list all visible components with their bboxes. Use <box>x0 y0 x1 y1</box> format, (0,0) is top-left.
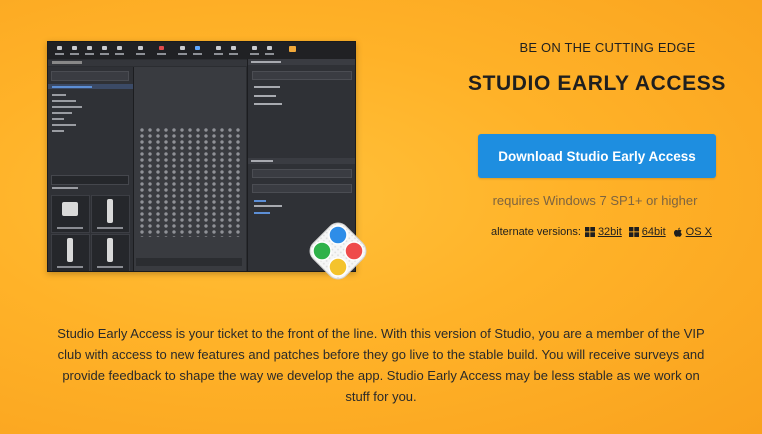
description-text: Studio Early Access is your ticket to th… <box>57 326 705 404</box>
windows-icon <box>628 227 639 237</box>
alternate-versions-label: alternate versions: <box>491 226 581 238</box>
studio-app-icon <box>309 222 367 280</box>
app-toolbar <box>48 42 355 59</box>
blue-dot <box>328 225 348 245</box>
tagline: BE ON THE CUTTING EDGE <box>519 40 696 55</box>
download-64bit-link[interactable]: 64bit <box>642 226 666 238</box>
apple-icon <box>673 227 682 237</box>
alternate-versions: alternate versions: 32bit 64bit OS X <box>470 226 740 238</box>
red-dot <box>344 241 364 261</box>
app-canvas <box>134 67 246 271</box>
yellow-dot <box>328 257 348 277</box>
download-button[interactable]: Download Studio Early Access <box>478 134 716 178</box>
download-osx-link[interactable]: OS X <box>686 226 712 238</box>
system-requirements: requires Windows 7 SP1+ or higher <box>492 193 698 208</box>
app-parts-panel <box>48 67 134 271</box>
download-32bit-link[interactable]: 32bit <box>598 226 622 238</box>
green-dot <box>312 241 332 261</box>
windows-icon <box>584 227 595 237</box>
page-title: STUDIO EARLY ACCESS <box>467 72 726 95</box>
